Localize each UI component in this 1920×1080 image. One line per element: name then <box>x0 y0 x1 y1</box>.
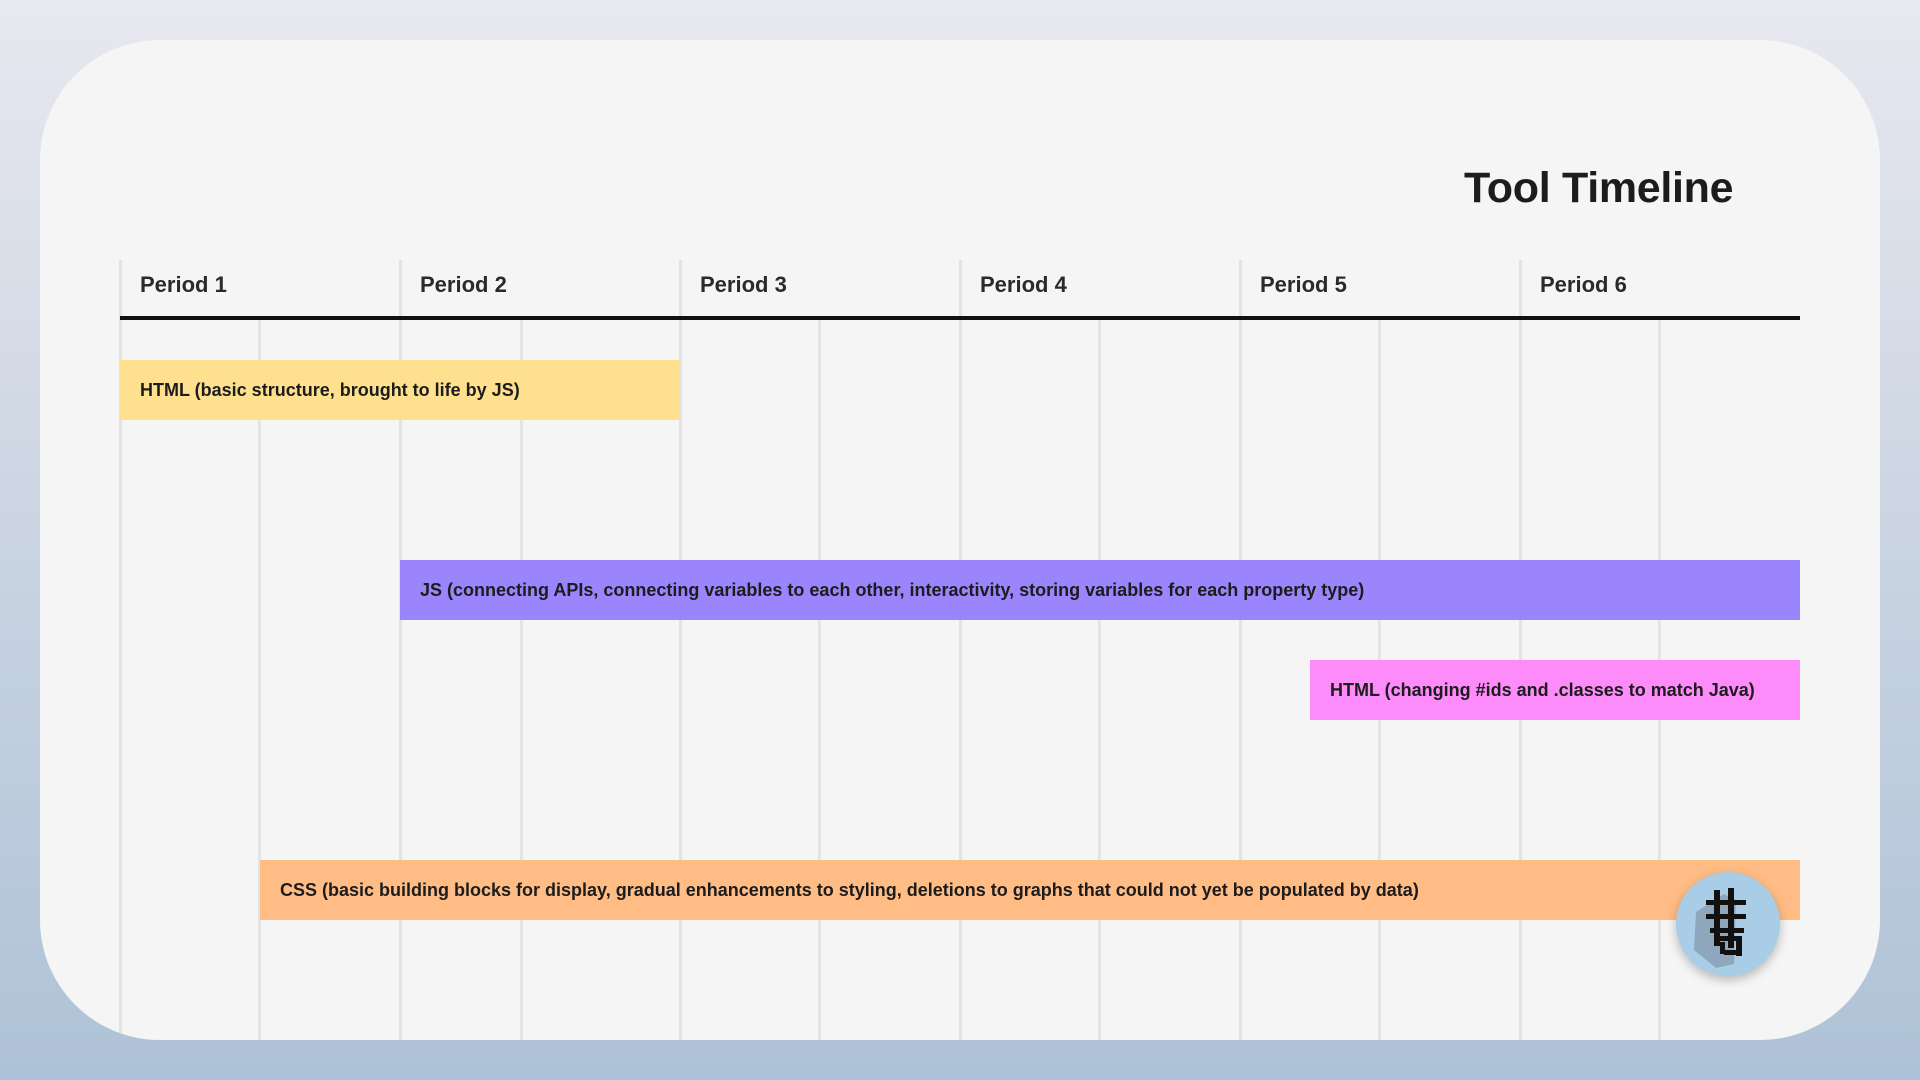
bar-label: CSS (basic building blocks for display, … <box>280 879 1419 900</box>
bar-label: HTML (changing #ids and .classes to matc… <box>1330 679 1755 700</box>
header-divider <box>120 316 1800 320</box>
period-label-3: Period 3 <box>700 272 787 297</box>
bar-label: JS (connecting APIs, connecting variable… <box>420 579 1365 600</box>
grid-line-minor <box>520 320 523 1040</box>
avatar-glyph <box>1694 888 1746 968</box>
period-label-4: Period 4 <box>980 272 1067 297</box>
period-header: Period 1 Period 2 Period 3 Period 4 Peri… <box>120 260 1800 316</box>
grid-line-minor <box>1098 320 1101 1040</box>
bar-label: HTML (basic structure, brought to life b… <box>140 379 520 400</box>
grid-line-minor <box>258 320 261 1040</box>
grid-line-period-4 <box>959 260 962 1040</box>
period-label-2: Period 2 <box>420 272 507 297</box>
period-label-6: Period 6 <box>1540 272 1627 297</box>
timeline-bar-css[interactable]: CSS (basic building blocks for display, … <box>260 860 1800 920</box>
grid-line-period-5 <box>1239 260 1242 1040</box>
timeline-card: Tool Timeline Period 1 Period 2 Period 3… <box>40 40 1880 1040</box>
period-label-5: Period 5 <box>1260 272 1347 297</box>
page-title: Tool Timeline <box>1464 164 1734 212</box>
grid-line-minor <box>818 320 821 1040</box>
period-label-1: Period 1 <box>140 272 227 297</box>
grid-line-period-6 <box>1519 260 1522 1040</box>
timeline-bar-js[interactable]: JS (connecting APIs, connecting variable… <box>400 560 1800 620</box>
user-avatar-icon[interactable] <box>1676 872 1780 976</box>
timeline-bar-html-ids-classes[interactable]: HTML (changing #ids and .classes to matc… <box>1310 660 1800 720</box>
timeline-bar-html-structure[interactable]: HTML (basic structure, brought to life b… <box>120 360 680 420</box>
